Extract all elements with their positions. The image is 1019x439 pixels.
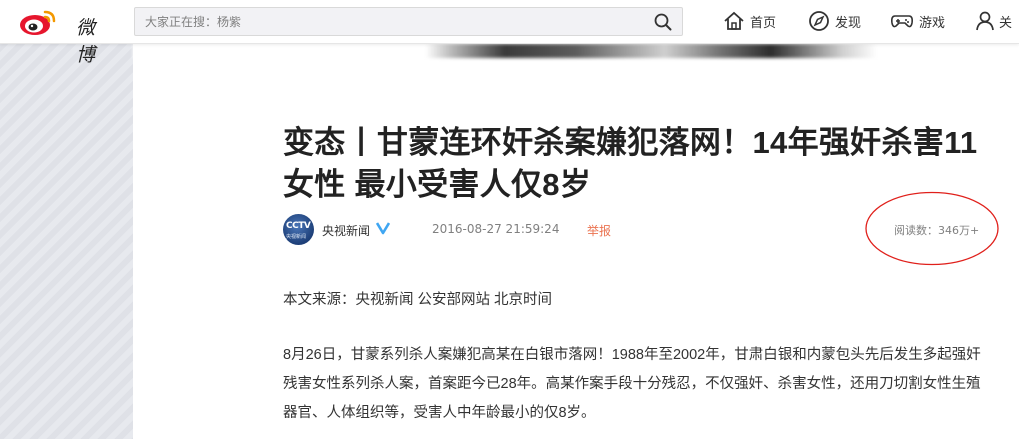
search-icon[interactable] bbox=[654, 13, 672, 31]
user-icon bbox=[976, 11, 994, 31]
avatar[interactable]: CCTV 央视新闻 bbox=[283, 214, 314, 245]
publish-date: 2016-08-27 21:59:24 bbox=[432, 222, 560, 236]
nav-follow-label: 关 bbox=[999, 15, 1013, 31]
logo-text: 微博 bbox=[76, 17, 97, 66]
nav-home[interactable]: 首页 bbox=[723, 10, 776, 32]
article-body-paragraph: 8月26日，甘蒙系列杀人案嫌犯高某在白银市落网！1988年至2002年，甘肃白银… bbox=[283, 347, 981, 421]
avatar-text: CCTV bbox=[286, 221, 311, 231]
nav-games-label: 游戏 bbox=[919, 15, 946, 31]
compass-icon bbox=[809, 11, 829, 31]
weibo-logo[interactable]: 微博 bbox=[18, 6, 113, 66]
nav-follow[interactable]: 关 bbox=[976, 10, 1012, 32]
report-link[interactable]: 举报 bbox=[587, 222, 611, 239]
search-box[interactable] bbox=[134, 7, 683, 36]
search-input[interactable] bbox=[135, 8, 645, 35]
hero-image bbox=[133, 44, 1019, 58]
verified-icon bbox=[376, 222, 390, 235]
top-navigation-bar: 微博 首页 发现 游戏 bbox=[0, 0, 1019, 66]
home-icon bbox=[724, 11, 744, 30]
nav-discover[interactable]: 发现 bbox=[808, 10, 861, 32]
gamepad-icon bbox=[891, 15, 913, 28]
nav-games[interactable]: 游戏 bbox=[890, 10, 945, 32]
author-name[interactable]: 央视新闻 bbox=[322, 222, 370, 239]
nav-discover-label: 发现 bbox=[835, 15, 862, 31]
nav-home-label: 首页 bbox=[750, 15, 777, 31]
weibo-eye-icon bbox=[20, 10, 56, 35]
avatar-subtext: 央视新闻 bbox=[286, 234, 307, 240]
article-source: 本文来源：央视新闻 公安部网站 北京时间 bbox=[283, 292, 553, 308]
red-circle-annotation bbox=[865, 191, 999, 266]
